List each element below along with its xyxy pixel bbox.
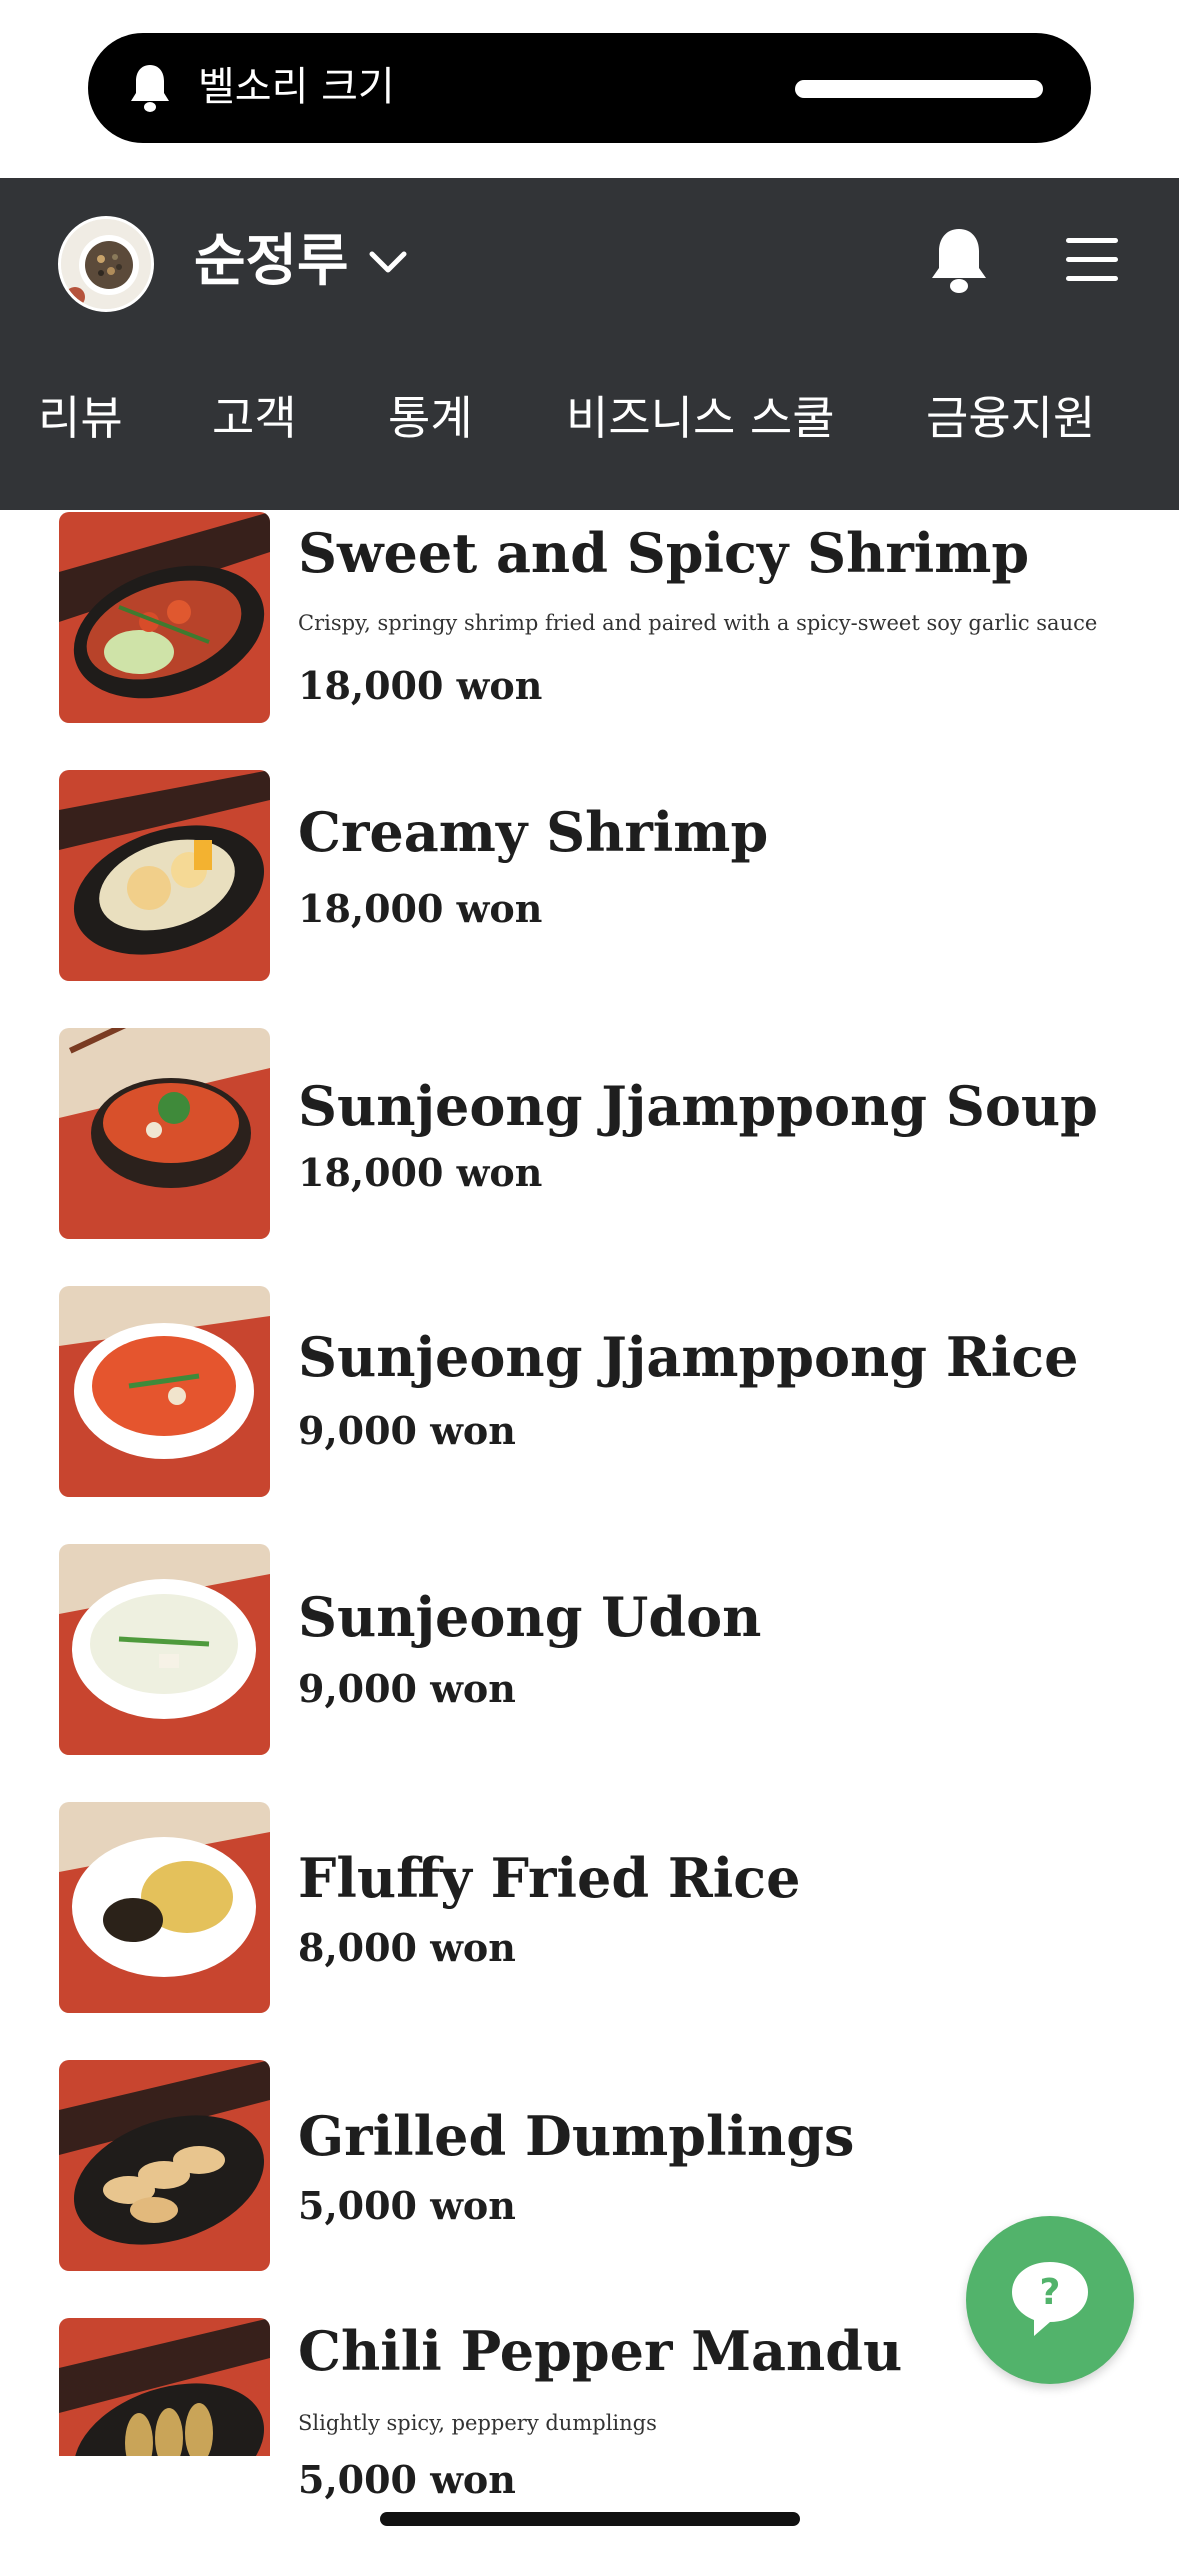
menu-item-photo [59, 1286, 270, 1497]
bell-icon [131, 65, 169, 112]
menu-item-photo [59, 2060, 270, 2271]
menu-item-price: 9,000 won [298, 1408, 516, 1453]
menu-item-photo [59, 1028, 270, 1239]
menu-item-price: 5,000 won [298, 2183, 516, 2228]
tab-reviews[interactable]: 리뷰 [38, 380, 123, 456]
tab-statistics[interactable]: 통계 [388, 380, 473, 456]
menu-item-name: Sweet and Spicy Shrimp [298, 521, 1030, 585]
menu-item-price: 18,000 won [298, 1150, 543, 1195]
menu-item-photo [59, 512, 270, 723]
menu-item-price: 9,000 won [298, 1666, 516, 1711]
menu-item-price: 8,000 won [298, 1925, 516, 1970]
menu-item-name: Sunjeong Udon [298, 1585, 762, 1649]
tab-customers[interactable]: 고객 [212, 380, 297, 456]
menu-item-name: Sunjeong Jjamppong Rice [298, 1325, 1079, 1389]
home-indicator[interactable] [380, 2512, 800, 2526]
ringer-volume-slider[interactable] [795, 80, 1043, 98]
ringer-volume-label: 벨소리 크기 [198, 64, 395, 110]
menu-item-photo [59, 770, 270, 981]
menu-item-name: Chili Pepper Mandu [298, 2319, 903, 2383]
menu-item-price: 18,000 won [298, 663, 543, 708]
menu-item-price: 5,000 won [298, 2457, 516, 2502]
app-header [0, 178, 1179, 510]
bell-icon[interactable] [928, 226, 990, 296]
store-name[interactable]: 순정루 [194, 222, 349, 302]
tab-business-school[interactable]: 비즈니스 스쿨 [566, 380, 835, 456]
menu-item-description: Crispy, springy shrimp fried and paired … [298, 611, 1098, 635]
menu-item-name: Fluffy Fried Rice [298, 1846, 801, 1910]
menu-item-name: Creamy Shrimp [298, 800, 769, 864]
menu-item-photo [59, 1544, 270, 1755]
menu-item-name: Grilled Dumplings [298, 2104, 855, 2168]
hamburger-menu-icon[interactable] [1064, 234, 1120, 286]
question-chat-icon: ? [1012, 2262, 1088, 2336]
store-avatar[interactable] [58, 216, 154, 312]
menu-item-photo [59, 1802, 270, 2013]
menu-item-photo [59, 2318, 270, 2456]
menu-item-price: 18,000 won [298, 886, 543, 931]
menu-item-name: Sunjeong Jjamppong Soup [298, 1074, 1098, 1138]
chevron-down-icon[interactable] [366, 246, 410, 278]
tab-financial-support[interactable]: 금융지원 [926, 380, 1095, 456]
menu-item-description: Slightly spicy, peppery dumplings [298, 2411, 657, 2435]
svg-text:?: ? [1040, 2272, 1061, 2313]
